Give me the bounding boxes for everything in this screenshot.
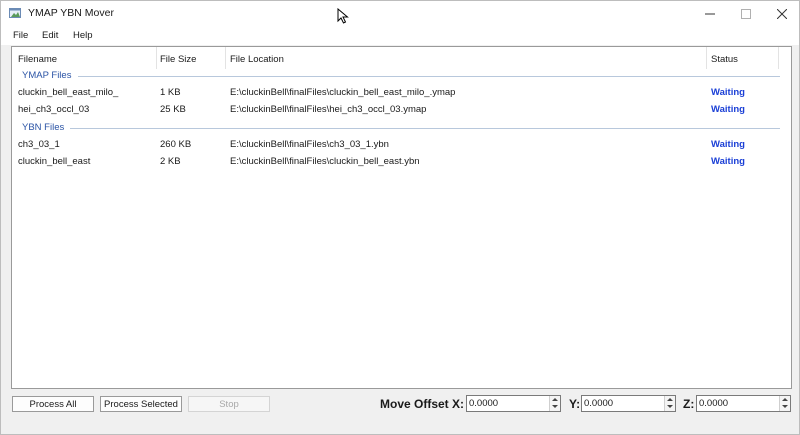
column-header-status[interactable]: Status — [711, 47, 738, 69]
cell-file-location: E:\cluckinBell\finalFiles\cluckin_bell_e… — [230, 87, 456, 98]
spin-up-icon[interactable] — [782, 398, 788, 401]
cell-filename: hei_ch3_occl_03 — [18, 104, 90, 115]
spin-up-icon[interactable] — [552, 398, 558, 401]
group-divider — [70, 128, 780, 129]
cell-file-size: 25 KB — [160, 104, 186, 115]
title-bar[interactable]: YMAP YBN Mover — [1, 1, 799, 27]
status-badge: Waiting — [711, 104, 745, 115]
spin-up-icon[interactable] — [667, 398, 673, 401]
cell-file-size: 260 KB — [160, 139, 192, 150]
process-selected-button[interactable]: Process Selected — [100, 396, 182, 412]
menu-help[interactable]: Help — [73, 30, 93, 41]
cell-file-size: 1 KB — [160, 87, 181, 98]
maximize-button[interactable] — [729, 1, 763, 27]
spin-down-icon[interactable] — [552, 405, 558, 408]
spin-down-icon[interactable] — [667, 405, 673, 408]
column-separator[interactable] — [225, 47, 226, 69]
column-header-file-location[interactable]: File Location — [230, 47, 284, 69]
offset-z-spin-buttons[interactable] — [779, 396, 790, 411]
cell-filename: ch3_03_1 — [18, 139, 60, 150]
app-icon — [9, 8, 21, 18]
process-all-button[interactable]: Process All — [12, 396, 94, 412]
group-header-ybn[interactable]: YBN Files — [22, 122, 64, 133]
offset-z-stepper[interactable] — [696, 395, 791, 412]
cell-file-location: E:\cluckinBell\finalFiles\ch3_03_1.ybn — [230, 139, 389, 150]
column-header-file-size[interactable]: File Size — [160, 47, 196, 69]
offset-z-input[interactable] — [699, 397, 779, 410]
cell-file-location: E:\cluckinBell\finalFiles\hei_ch3_occl_0… — [230, 104, 427, 115]
cell-filename: cluckin_bell_east_milo_ — [18, 87, 119, 98]
menu-edit[interactable]: Edit — [42, 30, 58, 41]
menu-file[interactable]: File — [13, 30, 28, 41]
spin-down-icon[interactable] — [782, 405, 788, 408]
column-separator[interactable] — [778, 47, 779, 69]
minimize-icon — [705, 13, 715, 15]
offset-y-spin-buttons[interactable] — [664, 396, 675, 411]
minimize-button[interactable] — [693, 1, 727, 27]
window-title: YMAP YBN Mover — [28, 7, 114, 19]
cell-file-size: 2 KB — [160, 156, 181, 167]
menu-bar: File Edit Help — [1, 27, 799, 45]
status-badge: Waiting — [711, 139, 745, 150]
column-header-filename[interactable]: Filename — [18, 47, 57, 69]
offset-y-stepper[interactable] — [581, 395, 676, 412]
maximize-icon — [741, 9, 751, 19]
offset-z-label: Z: — [683, 397, 695, 411]
group-divider — [78, 76, 780, 77]
file-list-view[interactable]: Filename File Size File Location Status … — [11, 46, 792, 389]
column-separator[interactable] — [706, 47, 707, 69]
offset-y-label: Y: — [569, 397, 581, 411]
stop-button[interactable]: Stop — [188, 396, 270, 412]
cell-filename: cluckin_bell_east — [18, 156, 91, 167]
group-header-ymap[interactable]: YMAP Files — [22, 70, 71, 81]
offset-x-spin-buttons[interactable] — [549, 396, 560, 411]
offset-y-input[interactable] — [584, 397, 664, 410]
offset-x-label: Move Offset X: — [380, 397, 465, 411]
cell-file-location: E:\cluckinBell\finalFiles\cluckin_bell_e… — [230, 156, 420, 167]
status-badge: Waiting — [711, 87, 745, 98]
app-window: YMAP YBN Mover File Edit Help Filename F… — [0, 0, 800, 435]
offset-x-input[interactable] — [469, 397, 549, 410]
close-icon — [777, 9, 787, 19]
mouse-cursor-icon — [337, 8, 349, 24]
column-separator[interactable] — [156, 47, 157, 69]
status-badge: Waiting — [711, 156, 745, 167]
close-button[interactable] — [765, 1, 799, 27]
offset-x-stepper[interactable] — [466, 395, 561, 412]
